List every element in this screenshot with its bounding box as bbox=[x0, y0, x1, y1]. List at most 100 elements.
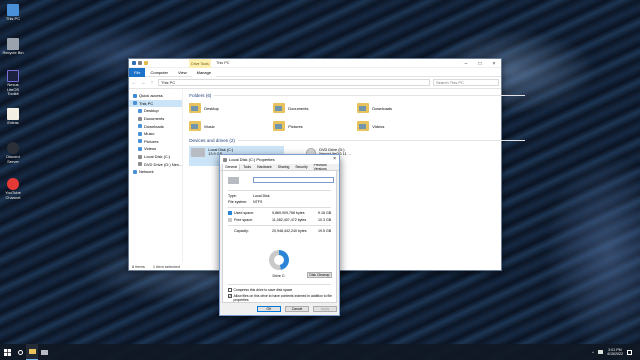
search-input[interactable]: Search This PC bbox=[433, 79, 499, 86]
hard-drive-icon bbox=[191, 148, 206, 157]
folder-music[interactable]: Music bbox=[189, 119, 273, 133]
compress-drive-checkbox[interactable]: Compress this drive to save disk space bbox=[228, 288, 338, 292]
nav-item-network[interactable]: Network bbox=[129, 168, 182, 176]
nav-item-dvd-drive[interactable]: DVD Drive (D:) Nex... bbox=[129, 160, 182, 168]
tab-view[interactable]: View bbox=[173, 68, 192, 77]
navigation-pane: Quick access This PC Desktop Documents D… bbox=[129, 89, 184, 262]
maximize-button[interactable]: □ bbox=[473, 59, 487, 68]
apply-button[interactable]: Apply bbox=[313, 306, 337, 312]
close-icon[interactable]: × bbox=[333, 156, 336, 162]
selection-count: 1 item selected bbox=[152, 263, 180, 269]
drive-label-input[interactable] bbox=[253, 177, 334, 183]
properties-tabs: General Tools Hardware Sharing Security … bbox=[220, 163, 339, 171]
desktop-icon-discord[interactable]: Discord Server bbox=[2, 142, 24, 164]
tab-computer[interactable]: Computer bbox=[145, 68, 173, 77]
properties-icon[interactable] bbox=[138, 61, 142, 65]
folder-videos[interactable]: Videos bbox=[357, 119, 441, 133]
title-bar[interactable]: Drive Tools This PC – □ × bbox=[129, 59, 501, 68]
desktop-icon-this-pc[interactable]: This PC bbox=[2, 4, 24, 22]
nav-item-local-disk[interactable]: Local Disk (C:) bbox=[129, 153, 182, 161]
ok-button[interactable]: OK bbox=[257, 306, 281, 312]
nav-item-quick-access[interactable]: Quick access bbox=[129, 92, 182, 100]
file-system-value: NTFS bbox=[253, 200, 263, 204]
address-bar[interactable]: This PC bbox=[158, 79, 430, 86]
taskbar: ^ 2:01 PM 4/15/2022 bbox=[0, 344, 640, 360]
compress-label: Compress this drive to save disk space bbox=[233, 288, 293, 292]
forward-arrow-icon[interactable]: → bbox=[140, 80, 146, 86]
drives-group-header[interactable]: Devices and drives (2) bbox=[189, 138, 525, 143]
nav-label: Quick access bbox=[139, 93, 163, 99]
taskbar-file-explorer[interactable] bbox=[26, 344, 38, 360]
start-button[interactable] bbox=[0, 344, 14, 360]
taskbar-drive-app[interactable] bbox=[38, 344, 50, 360]
taskbar-search-button[interactable] bbox=[14, 344, 26, 360]
close-button[interactable]: × bbox=[487, 59, 501, 68]
drive-icon bbox=[40, 349, 48, 355]
dvd-icon bbox=[138, 162, 142, 167]
folders-header-text: Folders (6) bbox=[189, 93, 212, 98]
tab-hardware[interactable]: Hardware bbox=[254, 164, 275, 170]
desktop-icon-youtube[interactable]: YouTube Channel bbox=[2, 178, 24, 200]
folders-grid: Desktop Documents Downloads Music Pictur… bbox=[189, 101, 525, 133]
folder-downloads[interactable]: Downloads bbox=[357, 101, 441, 115]
checkbox-box[interactable] bbox=[228, 288, 232, 292]
drive-tools-label: Drive Tools bbox=[189, 59, 211, 68]
back-arrow-icon[interactable]: ← bbox=[131, 80, 137, 86]
nav-label: Downloads bbox=[144, 123, 164, 129]
index-contents-checkbox[interactable]: ✓ Allow files on this drive to have cont… bbox=[228, 294, 338, 302]
free-space-swatch bbox=[228, 218, 232, 222]
new-folder-icon[interactable] bbox=[144, 61, 148, 65]
nav-item-videos[interactable]: Videos bbox=[129, 145, 182, 153]
nav-item-documents[interactable]: Documents bbox=[129, 115, 182, 123]
clock-date: 4/15/2022 bbox=[607, 352, 623, 356]
nav-item-desktop[interactable]: Desktop bbox=[129, 107, 182, 115]
nav-label: Pictures bbox=[144, 138, 159, 144]
window-title: This PC bbox=[216, 61, 230, 65]
chevron-up-icon[interactable]: ^ bbox=[592, 350, 594, 355]
tab-sharing[interactable]: Sharing bbox=[275, 164, 293, 170]
tab-previous-versions[interactable]: Previous Versions bbox=[311, 163, 339, 171]
desktop-icon-extras[interactable]: Extras bbox=[2, 108, 24, 126]
nav-label: This PC bbox=[139, 100, 154, 106]
pictures-icon bbox=[138, 139, 142, 144]
hard-drive-icon bbox=[228, 177, 239, 184]
clock[interactable]: 2:01 PM 4/15/2022 bbox=[607, 348, 623, 357]
cancel-button[interactable]: Cancel bbox=[285, 306, 309, 312]
drive-icon bbox=[223, 157, 227, 162]
checkbox-checked-icon[interactable]: ✓ bbox=[228, 294, 232, 298]
notifications-icon[interactable] bbox=[627, 349, 632, 355]
desktop-icon-toolkit[interactable]: Nexus LiteOS Toolkit bbox=[2, 70, 24, 97]
system-tray: ^ 2:01 PM 4/15/2022 bbox=[592, 344, 632, 360]
nav-label: Music bbox=[144, 131, 155, 137]
computer-icon bbox=[7, 4, 19, 16]
network-icon[interactable] bbox=[598, 350, 603, 354]
nav-item-this-pc[interactable]: This PC bbox=[129, 99, 183, 108]
desktop-icon-recycle-bin[interactable]: Recycle Bin bbox=[2, 38, 24, 56]
computer-icon bbox=[133, 101, 137, 106]
minimize-button[interactable]: – bbox=[459, 59, 473, 68]
tab-file[interactable]: File bbox=[129, 67, 146, 77]
general-tab-page: Type: Local Disk File system: NTFS Used sp… bbox=[222, 171, 337, 303]
tab-security[interactable]: Security bbox=[292, 164, 310, 170]
nav-label: DVD Drive (D:) Nex... bbox=[144, 161, 183, 167]
folder-desktop[interactable]: Desktop bbox=[189, 101, 273, 115]
dialog-title-bar[interactable]: Local Disk (C:) Properties × bbox=[220, 155, 339, 164]
used-space-bytes: 9,869,909,768 bytes bbox=[272, 211, 305, 215]
tab-manage[interactable]: Manage bbox=[191, 67, 217, 77]
tab-tools[interactable]: Tools bbox=[240, 164, 254, 170]
youtube-icon bbox=[7, 178, 19, 190]
star-icon bbox=[133, 93, 137, 98]
folder-pictures[interactable]: Pictures bbox=[273, 119, 357, 133]
recycle-bin-icon bbox=[7, 38, 19, 50]
music-icon bbox=[138, 131, 142, 136]
up-arrow-icon[interactable]: ↑ bbox=[149, 80, 155, 86]
nav-item-music[interactable]: Music bbox=[129, 130, 182, 138]
folders-group-header[interactable]: Folders (6) bbox=[189, 93, 525, 98]
capacity-label: Capacity: bbox=[234, 229, 249, 233]
folder-label: Desktop bbox=[204, 105, 219, 111]
nav-item-downloads[interactable]: Downloads bbox=[129, 122, 182, 130]
disk-cleanup-button[interactable]: Disk Cleanup bbox=[307, 272, 332, 278]
nav-item-pictures[interactable]: Pictures bbox=[129, 138, 182, 146]
folder-documents[interactable]: Documents bbox=[273, 101, 357, 115]
tab-general[interactable]: General bbox=[222, 163, 241, 170]
